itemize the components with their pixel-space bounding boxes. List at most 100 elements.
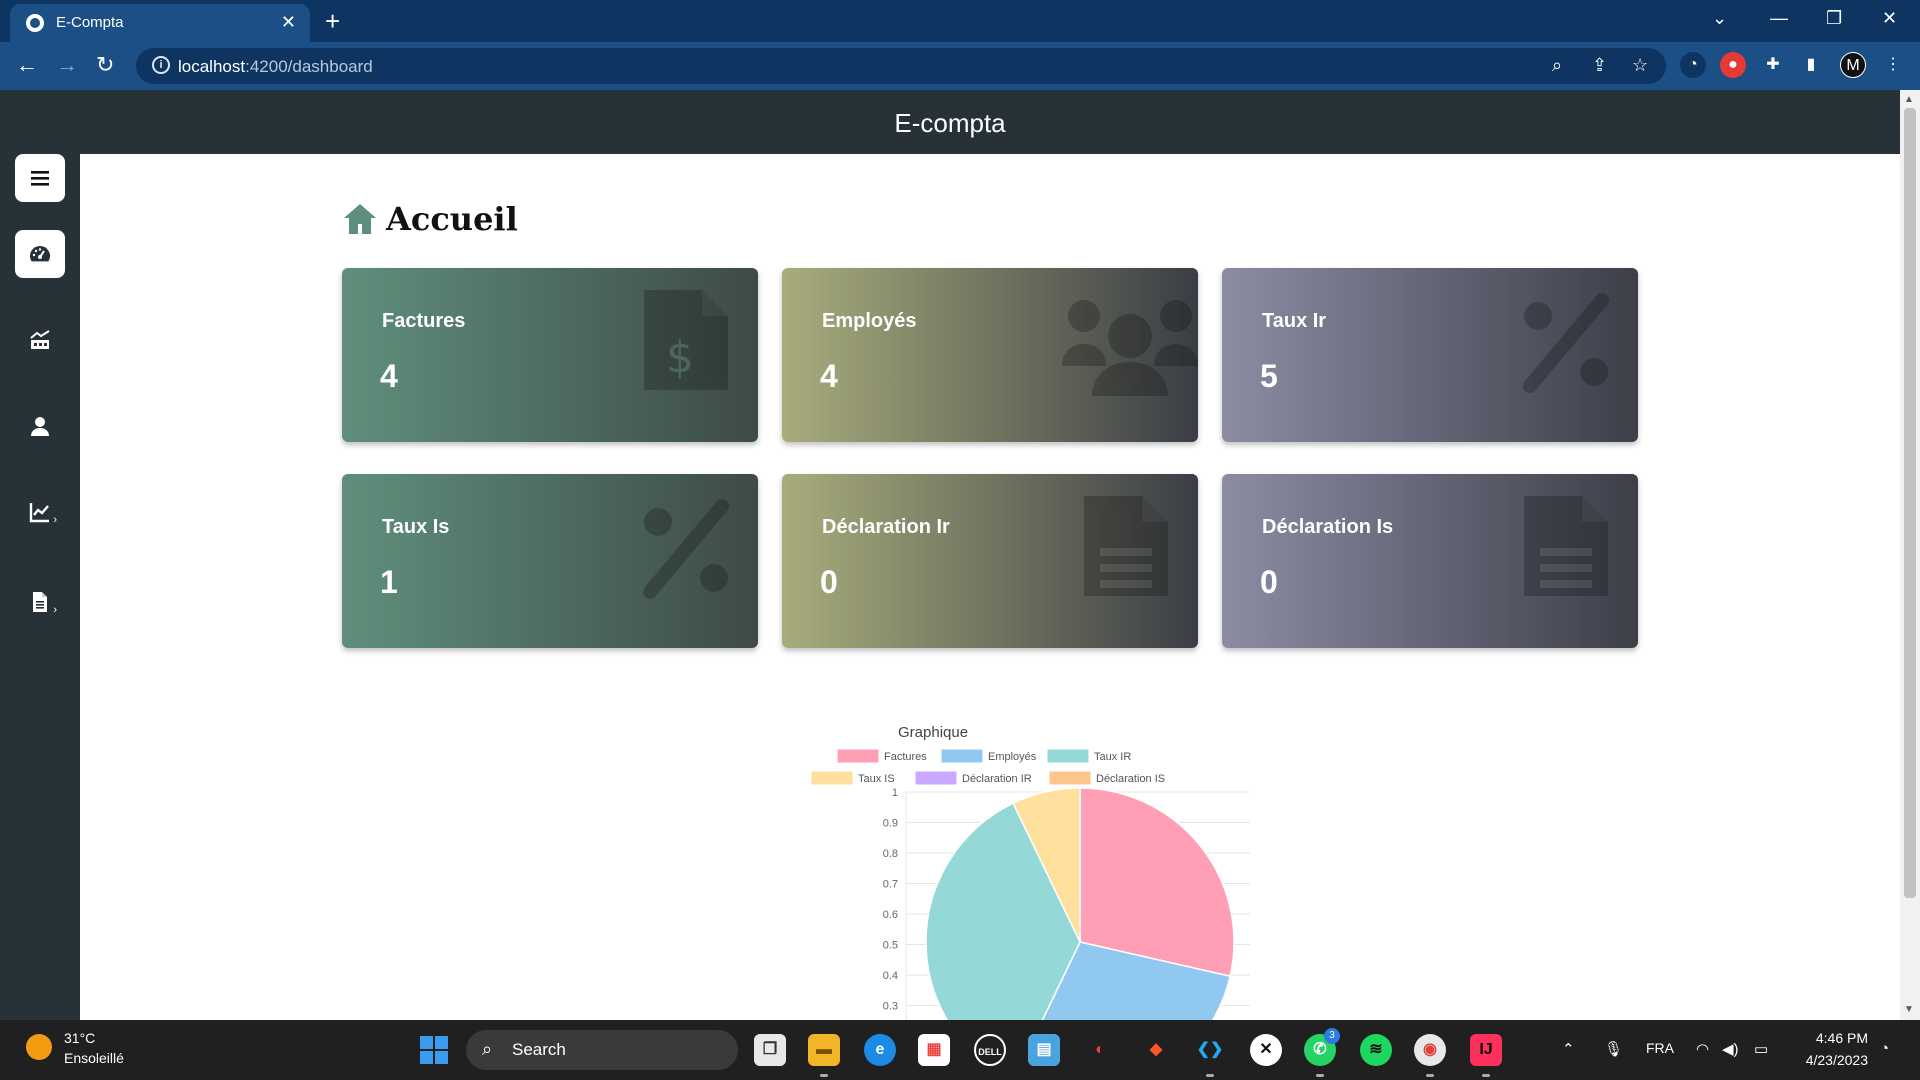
legend-label: Taux IR — [1094, 751, 1131, 763]
app-header: E-compta — [0, 90, 1900, 154]
y-tick-label: 0.4 — [883, 970, 898, 982]
y-tick-label: 0.3 — [883, 1001, 898, 1013]
file-explorer-icon[interactable]: ▬ — [808, 1034, 840, 1077]
tab-close-button[interactable]: ✕ — [281, 12, 296, 33]
stat-card-taux-ir[interactable]: Taux Ir 5 — [1222, 268, 1638, 442]
scroll-down-icon[interactable]: ▼ — [1904, 1004, 1914, 1015]
sidebar-item-dashboard[interactable] — [15, 230, 65, 278]
legend-swatch — [1049, 771, 1091, 785]
browser-tab-bar: E-Compta ✕ + ⌄ — ❐ ✕ — [0, 0, 1920, 42]
file-lines-icon — [1084, 496, 1168, 596]
legend-label: Taux IS — [858, 773, 895, 785]
chart-title: Graphique — [898, 724, 969, 741]
svg-text:$: $ — [666, 332, 694, 383]
sidebar-item-statistics[interactable]: › — [15, 488, 65, 536]
file-lines-icon — [1524, 496, 1608, 596]
stat-card-factures[interactable]: Factures 4 $ — [342, 268, 758, 442]
wifi-icon[interactable]: ◠ — [1696, 1040, 1709, 1058]
profile-avatar[interactable]: M — [1840, 52, 1866, 78]
forward-arrow-icon[interactable]: → — [56, 52, 78, 78]
extensions-puzzle-icon[interactable]: ✚ — [1760, 52, 1786, 78]
site-info-icon[interactable]: i — [152, 56, 170, 74]
scroll-up-icon[interactable]: ▲ — [1904, 94, 1914, 105]
sidebar-item-documents[interactable]: › — [15, 578, 65, 626]
globe-icon — [26, 14, 44, 32]
intellij-icon[interactable]: IJ — [1470, 1034, 1502, 1077]
stat-card-taux-is[interactable]: Taux Is 1 — [342, 474, 758, 648]
stat-card-declaration-is[interactable]: Déclaration Is 0 — [1222, 474, 1638, 648]
extension-shield-icon[interactable]: ● — [1720, 52, 1746, 78]
chart-building-icon — [30, 330, 50, 349]
sidebar-item-employees[interactable] — [15, 402, 65, 450]
new-tab-button[interactable]: + — [325, 6, 340, 37]
chrome-icon[interactable]: ◉ — [1414, 1034, 1446, 1077]
legend-label: Factures — [884, 751, 927, 763]
control-panel-icon[interactable]: ▤ — [1028, 1034, 1060, 1066]
stat-card-value: 0 — [1260, 564, 1278, 600]
dell-icon[interactable]: DELL — [974, 1034, 1006, 1066]
taskbar-search[interactable]: ⌕ Search — [466, 1030, 738, 1070]
edge-icon[interactable]: e — [864, 1034, 896, 1066]
back-arrow-icon[interactable]: ← — [16, 52, 38, 78]
more-menu-icon[interactable]: ⋮ — [1880, 52, 1906, 78]
browser-tab[interactable]: E-Compta ✕ — [10, 4, 310, 42]
search-icon: ⌕ — [482, 1039, 493, 1059]
windows-start-icon[interactable] — [420, 1036, 448, 1064]
sidebar: › › — [0, 154, 80, 1020]
minimize-button[interactable]: — — [1770, 8, 1788, 29]
app-title: E-compta — [894, 108, 1006, 138]
bookmark-star-icon[interactable]: ☆ — [1632, 55, 1648, 76]
xbox-icon[interactable]: ✕ — [1250, 1034, 1282, 1066]
page-scrollbar[interactable]: ▲ ▼ — [1900, 90, 1920, 1020]
stat-card-value: 1 — [380, 564, 398, 600]
clock-time[interactable]: 4:46 PM — [1796, 1030, 1868, 1046]
show-hidden-icons-icon[interactable]: ⌃ — [1562, 1040, 1575, 1058]
volume-icon[interactable]: ◀) — [1722, 1040, 1739, 1058]
invoice-dollar-icon: $ — [644, 290, 728, 390]
legend-swatch — [915, 771, 957, 785]
store-icon[interactable]: ▦ — [918, 1034, 950, 1066]
sun-icon[interactable] — [26, 1034, 52, 1060]
reload-icon[interactable]: ↻ — [96, 52, 114, 78]
language-indicator[interactable]: FRA — [1646, 1040, 1674, 1056]
microphone-icon[interactable]: 🎙 — [1604, 1040, 1623, 1058]
weather-description: Ensoleillé — [64, 1050, 124, 1066]
percent-icon — [643, 499, 729, 599]
url-input[interactable]: i localhost:4200/dashboard ⌕ ⇪ ☆ — [136, 48, 1666, 84]
stat-card-label: Employés — [822, 310, 917, 332]
tab-title: E-Compta — [56, 14, 124, 31]
spotify-icon[interactable]: ≋ — [1360, 1034, 1392, 1066]
notifications-icon[interactable]: ◔ — [1880, 1040, 1889, 1057]
share-icon[interactable]: ⇪ — [1592, 55, 1607, 76]
stat-card-value: 4 — [380, 358, 398, 394]
brave-icon[interactable]: ◆ — [1140, 1034, 1172, 1066]
stat-card-employes[interactable]: Employés 4 — [782, 268, 1198, 442]
stat-card-declaration-ir[interactable]: Déclaration Ir 0 — [782, 474, 1198, 648]
stat-card-value: 4 — [820, 358, 838, 394]
legend-swatch — [1047, 749, 1089, 763]
stat-card-label: Déclaration Ir — [822, 516, 950, 538]
side-panel-icon[interactable]: ▮ — [1798, 52, 1824, 78]
task-view-icon[interactable]: ❐ — [754, 1034, 786, 1066]
y-tick-label: 0.9 — [883, 818, 898, 830]
page-title-text: Accueil — [386, 200, 518, 238]
pie-chart: Factures Employés Taux IR Taux IS Déclaratio… — [811, 749, 1250, 1080]
chevron-right-icon: › — [53, 514, 57, 526]
close-window-button[interactable]: ✕ — [1882, 8, 1897, 29]
dashboard-icon — [30, 246, 50, 262]
vscode-icon[interactable]: ❮❯ — [1194, 1034, 1226, 1077]
legend-swatch — [941, 749, 983, 763]
legend-label: Déclaration IS — [1096, 773, 1165, 785]
myasus-icon[interactable]: ◐ — [1084, 1034, 1116, 1066]
clock-date[interactable]: 4/23/2023 — [1786, 1052, 1868, 1068]
restore-button[interactable]: ❐ — [1826, 8, 1842, 29]
tab-search-icon[interactable]: ⌄ — [1712, 8, 1727, 29]
windows-taskbar: 31°C Ensoleillé ⌕ Search ❐ ▬ e ▦ DELL ▤ … — [0, 1020, 1920, 1080]
scrollbar-thumb[interactable] — [1904, 108, 1916, 898]
battery-icon[interactable]: ▭ — [1754, 1040, 1768, 1058]
menu-toggle-button[interactable] — [15, 154, 65, 202]
document-icon — [33, 592, 47, 612]
sidebar-item-reports[interactable] — [15, 316, 65, 364]
extension-gauge-icon[interactable]: ◔ — [1680, 52, 1706, 78]
zoom-icon[interactable]: ⌕ — [1552, 55, 1562, 76]
